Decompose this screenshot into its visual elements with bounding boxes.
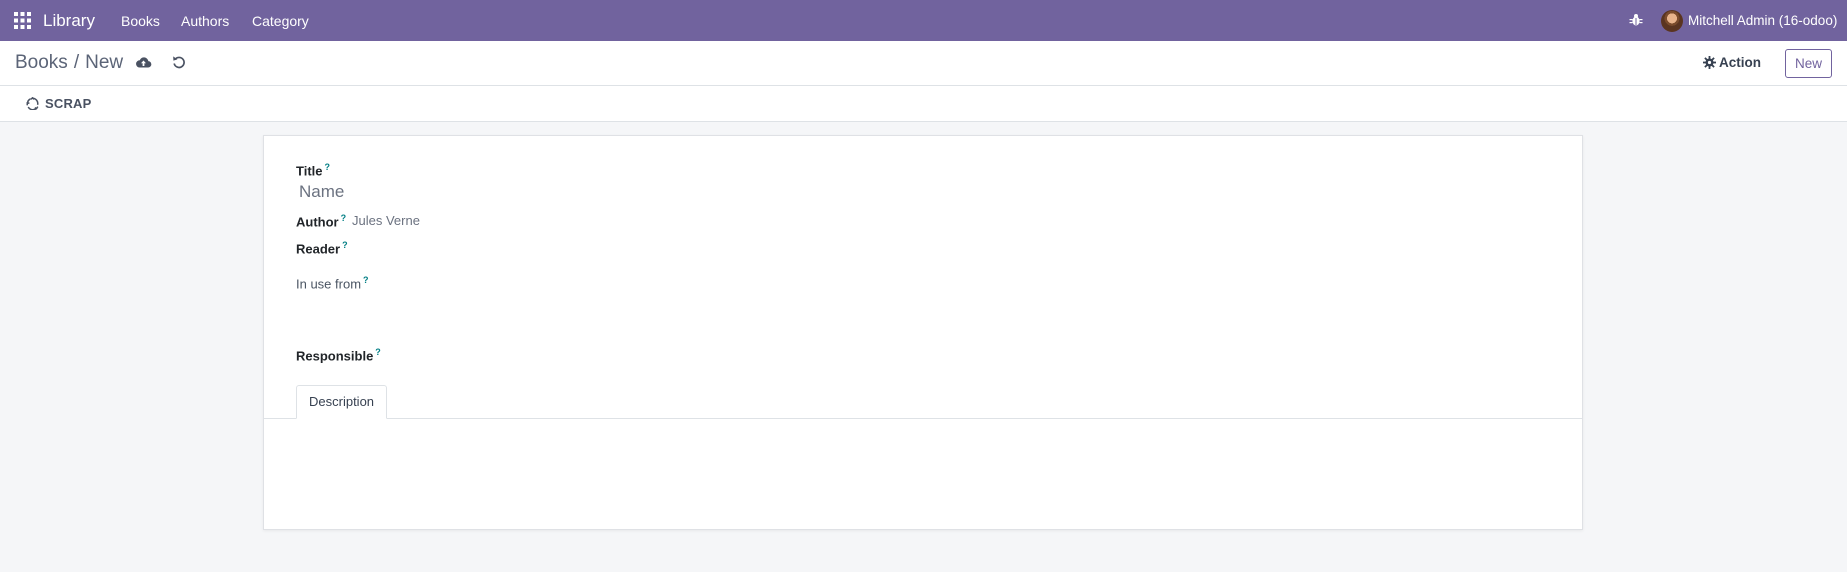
- breadcrumb: Books / New: [15, 52, 123, 74]
- title-input[interactable]: [296, 178, 896, 206]
- description-editor[interactable]: [296, 432, 1546, 512]
- user-menu[interactable]: Mitchell Admin (16-odoo): [1688, 13, 1837, 28]
- reader-label: Reader?: [296, 240, 348, 256]
- in-use-from-label: In use from?: [296, 275, 369, 291]
- scrap-label: SCRAP: [45, 96, 92, 111]
- app-brand[interactable]: Library: [43, 11, 95, 31]
- author-label: Author?: [296, 213, 346, 229]
- menu-item-books[interactable]: Books: [121, 13, 160, 29]
- in-use-from-input[interactable]: [374, 272, 674, 294]
- tab-description[interactable]: Description: [296, 385, 388, 419]
- control-panel: Books / New Action New: [0, 41, 1847, 86]
- avatar[interactable]: [1661, 10, 1683, 32]
- help-icon[interactable]: ?: [325, 162, 331, 172]
- help-icon[interactable]: ?: [363, 275, 369, 285]
- tabs-divider: [264, 418, 1582, 419]
- gear-icon: [1703, 56, 1716, 69]
- top-navbar: Library Books Authors Category Mitchell …: [0, 0, 1847, 41]
- menu-item-authors[interactable]: Authors: [181, 13, 229, 29]
- title-label: Title?: [296, 162, 330, 178]
- menu-item-category[interactable]: Category: [252, 13, 309, 29]
- author-label-text: Author: [296, 214, 339, 230]
- form-sheet: Title? Author? Jules Verne Reader? In us…: [263, 135, 1583, 530]
- status-bar: SCRAP: [0, 86, 1847, 122]
- bug-icon[interactable]: [1629, 13, 1643, 27]
- new-button[interactable]: New: [1785, 49, 1832, 78]
- action-label: Action: [1719, 55, 1761, 70]
- in-use-from-label-text: In use from: [296, 276, 362, 292]
- scrap-button[interactable]: SCRAP: [26, 96, 92, 111]
- help-icon[interactable]: ?: [342, 240, 348, 250]
- apps-grid-icon[interactable]: [14, 12, 31, 29]
- reader-input[interactable]: [364, 236, 764, 258]
- breadcrumb-item-books[interactable]: Books: [15, 52, 68, 73]
- title-label-text: Title: [296, 163, 323, 179]
- responsible-label-text: Responsible: [296, 348, 374, 364]
- author-field[interactable]: Jules Verne: [352, 213, 420, 228]
- help-icon[interactable]: ?: [375, 347, 381, 357]
- undo-icon[interactable]: [171, 54, 187, 70]
- responsible-input[interactable]: [384, 342, 784, 364]
- cloud-upload-icon[interactable]: [135, 54, 152, 71]
- breadcrumb-separator: /: [73, 52, 80, 73]
- reader-label-text: Reader: [296, 241, 341, 257]
- recycle-icon: [26, 96, 39, 111]
- responsible-label: Responsible?: [296, 347, 381, 363]
- help-icon[interactable]: ?: [341, 213, 347, 223]
- action-menu-button[interactable]: Action: [1703, 55, 1761, 70]
- breadcrumb-item-current: New: [85, 52, 124, 73]
